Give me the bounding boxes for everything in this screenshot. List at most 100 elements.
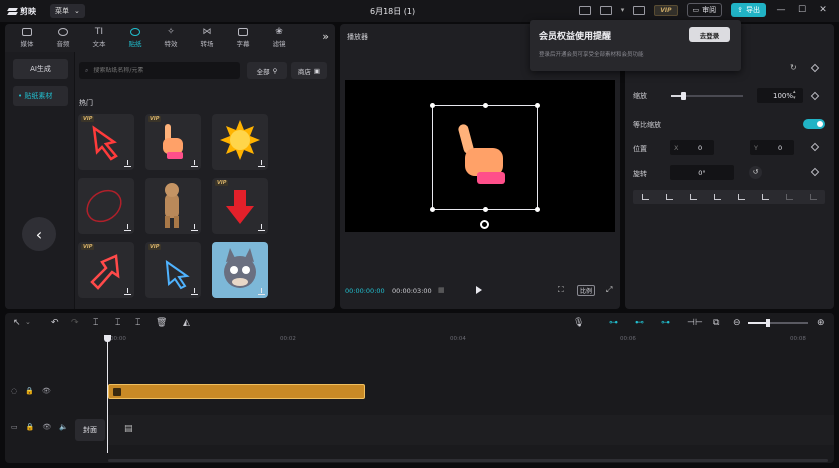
audio-icon[interactable]: 🔈 [59,423,68,431]
preview-canvas[interactable] [345,80,615,232]
keyframe-icon[interactable] [810,167,820,177]
eye-icon[interactable]: 👁 [42,387,51,395]
align-left-icon[interactable] [641,194,649,200]
scale-slider-knob[interactable] [681,92,687,100]
layout-icon[interactable] [599,5,612,15]
align-right-icon[interactable] [689,194,697,200]
maximize-icon[interactable]: ☐ [796,5,808,15]
download-icon[interactable] [258,224,265,231]
mirror-icon[interactable]: ◭ [183,318,190,328]
scale-stepper-icon[interactable]: ▴ ▾ [793,89,796,101]
resize-handle[interactable] [535,207,540,212]
cursor-chevron-icon[interactable]: ⌄ [25,318,31,326]
undo-icon[interactable]: ↶ [51,318,59,328]
store-button[interactable]: 商店 ▣ [291,62,327,79]
linkage-icon[interactable]: ⊶ [661,318,670,328]
resize-handle[interactable] [535,103,540,108]
selection-box[interactable] [430,103,540,212]
keyframe-icon[interactable] [810,91,820,101]
tab-text[interactable]: TI 文本 [81,24,117,52]
login-button[interactable]: 去登录 [689,27,730,42]
split-icon[interactable]: ⌶ [93,318,98,328]
position-y-field[interactable]: Y 0 [750,140,794,155]
sticker-cartoon-cat[interactable] [212,242,268,298]
auto-snap-icon[interactable]: ⊷ [635,318,644,328]
search-input[interactable] [93,67,229,74]
rotate-field[interactable]: 0° [670,165,734,180]
cover-button[interactable]: 封面 [75,419,105,441]
zoom-slider[interactable] [748,319,808,327]
resize-handle[interactable] [430,103,435,108]
menu-button[interactable]: 菜单 ⌄ [50,4,85,18]
time-ruler[interactable]: 00:00 00:02 00:04 00:06 00:08 [102,333,834,345]
sticker-neon-red-arrow[interactable]: VIP [78,114,134,170]
sticker-red-circle-scribble[interactable] [78,178,134,234]
play-icon[interactable] [476,286,482,294]
align-top-icon[interactable] [713,194,721,200]
vip-badge[interactable]: VIP [654,4,678,16]
tab-sticker[interactable]: 贴纸 [117,24,153,52]
keyframe-icon[interactable] [810,63,820,73]
sticker-smiling-sun[interactable] [212,114,268,170]
download-icon[interactable] [191,160,198,167]
distribute-h-icon[interactable] [785,194,793,200]
document-title[interactable]: 6月18日 (1) [370,6,415,17]
sticker-red-down-arrow[interactable]: VIP [212,178,268,234]
resize-handle[interactable] [483,103,488,108]
more-categories-icon[interactable]: » [322,30,329,43]
sticker-dancing-dog[interactable] [145,178,201,234]
download-icon[interactable] [124,288,131,295]
resize-handle[interactable] [483,207,488,212]
settings-panel-icon[interactable] [633,5,646,15]
split-right-icon[interactable]: ⌶ [135,318,140,328]
sticker-blue-cursor-arrow[interactable]: VIP [145,242,201,298]
tab-subtitle[interactable]: 字幕 [225,24,261,52]
review-button[interactable]: ▭ 审阅 [686,3,723,17]
scale-value-field[interactable]: 100% [757,88,803,103]
close-icon[interactable]: ✕ [817,5,829,15]
ratio-button[interactable]: 比例 [577,285,596,296]
redo-icon[interactable]: ↷ [71,318,79,328]
layout-chevron-icon[interactable]: ▾ [621,6,625,14]
playhead[interactable] [104,335,111,453]
scale-slider[interactable] [671,92,743,100]
tab-audio[interactable]: 音频 [45,24,81,52]
align-bottom-icon[interactable] [761,194,769,200]
position-x-field[interactable]: X 0 [670,140,714,155]
zoom-in-icon[interactable]: ⊕ [817,318,825,328]
sticker-search[interactable]: ⌕ [79,62,240,79]
sticker-clip[interactable] [108,384,365,399]
microphone-icon[interactable]: 🎙 [573,318,584,328]
monitor-icon[interactable] [578,5,591,15]
keyframe-icon[interactable] [810,142,820,152]
download-icon[interactable] [191,224,198,231]
sticker-neon-up-arrow[interactable]: VIP [78,242,134,298]
zoom-slider-knob[interactable] [765,319,770,327]
timecode-grid-icon[interactable]: ▦ [438,286,445,294]
main-track[interactable]: ▤ [108,415,834,445]
lock-icon[interactable]: 🔒 [26,423,35,431]
rotate-handle-icon[interactable] [480,220,489,229]
download-icon[interactable] [258,288,265,295]
main-track-magnet-icon[interactable]: ⊶ [609,318,618,328]
back-arrow-icon[interactable]: ‹ [22,217,56,251]
full-preview-icon[interactable]: ⧉ [713,318,719,328]
select-cursor-icon[interactable]: ↖ [13,318,21,328]
download-icon[interactable] [124,224,131,231]
fit-screen-icon[interactable]: ⛶ [558,285,564,295]
preview-axis-icon[interactable]: ⊣⊢ [687,318,703,328]
sticker-pointing-hand[interactable]: VIP [145,114,201,170]
sticker-material-item[interactable]: • 贴纸素材 [13,86,68,106]
fullscreen-icon[interactable]: ⤢ [606,285,612,295]
export-button[interactable]: ⇪ 导出 [731,3,766,17]
zoom-out-icon[interactable]: ⊖ [733,318,741,328]
align-center-v-icon[interactable] [737,194,745,200]
distribute-v-icon[interactable] [809,194,817,200]
reset-icon[interactable]: ↻ [790,63,797,72]
split-left-icon[interactable]: ⌶ [115,318,120,328]
download-icon[interactable] [191,288,198,295]
rotate-dial-icon[interactable]: ↺ [749,166,762,179]
tab-transition[interactable]: ⋈ 转场 [189,24,225,52]
timeline-scrollbar[interactable] [108,459,828,462]
delete-icon[interactable]: 🗑 [156,318,167,328]
